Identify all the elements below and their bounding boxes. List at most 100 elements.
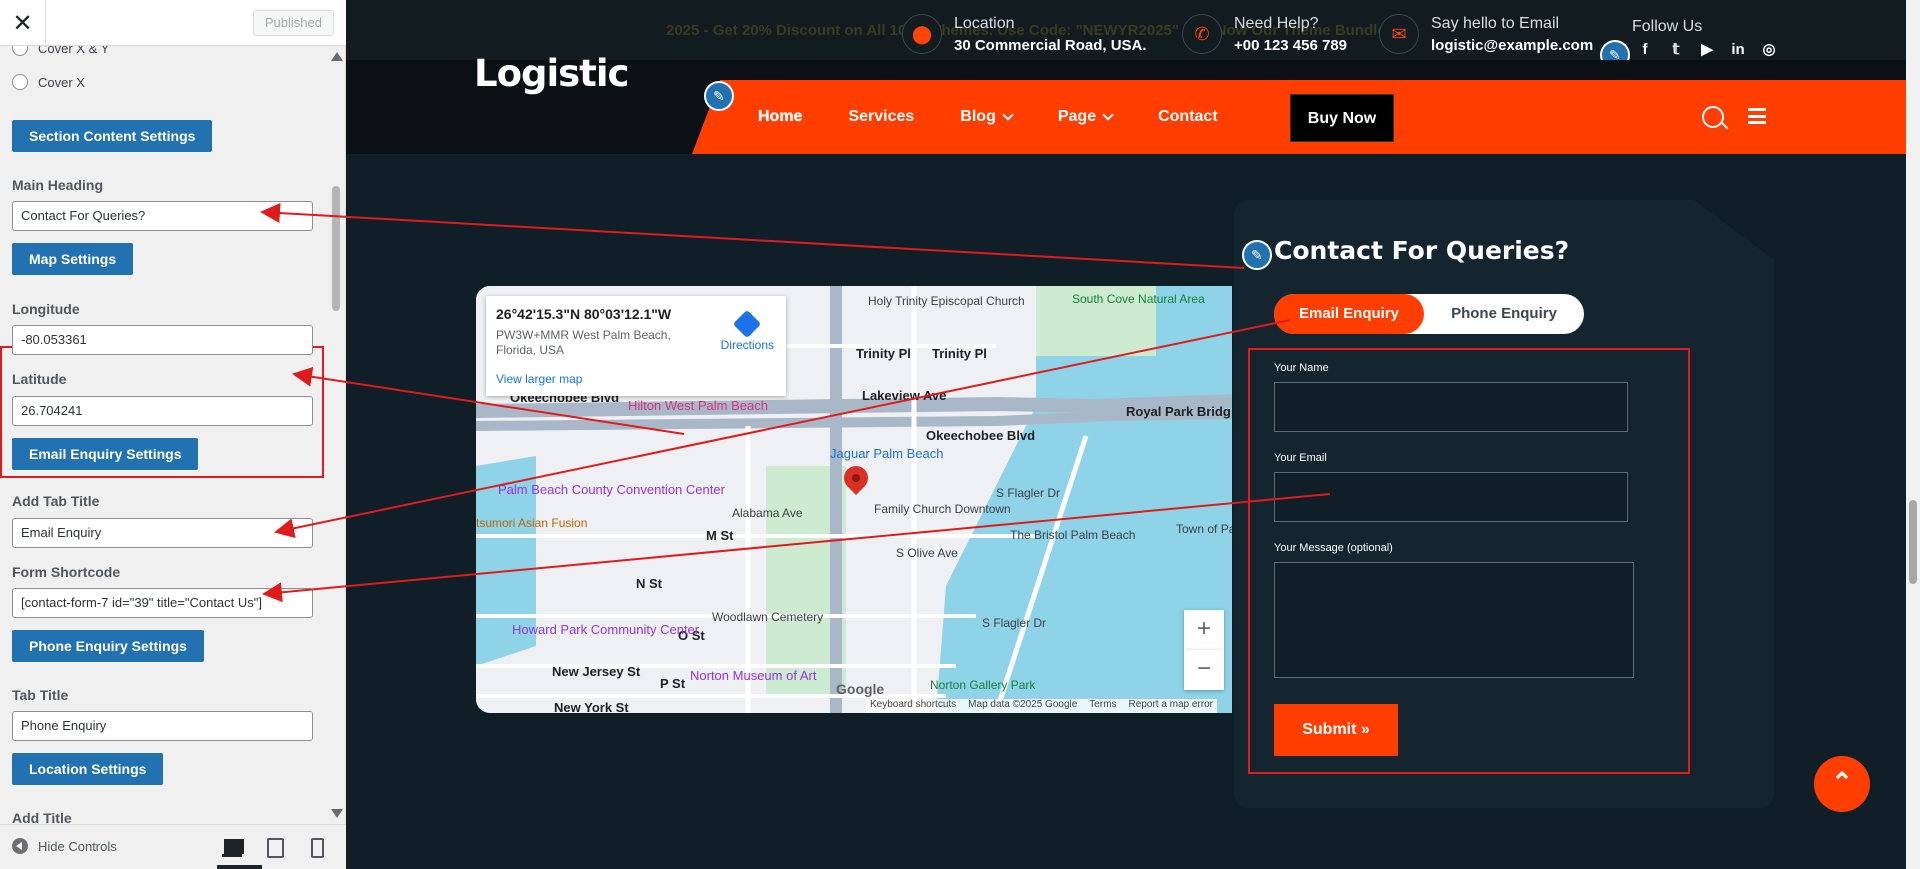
- map-info-card: 26°42'15.3"N 80°03'12.1"W PW3W+MMR West …: [486, 296, 786, 396]
- location-settings-button[interactable]: Location Settings: [12, 753, 164, 785]
- email-input[interactable]: [1274, 472, 1628, 522]
- map-pin-icon: ⬤: [902, 14, 942, 54]
- main-heading-input[interactable]: Contact For Queries?: [12, 201, 313, 231]
- help-value: +00 123 456 789: [1234, 36, 1348, 54]
- instagram-icon[interactable]: ◎: [1760, 40, 1778, 58]
- help-info: ✆ Need Help? +00 123 456 789: [1182, 14, 1347, 54]
- search-icon[interactable]: [1702, 106, 1724, 128]
- buy-now-button[interactable]: Buy Now: [1290, 94, 1394, 142]
- published-button[interactable]: Published: [252, 10, 334, 36]
- nav-contact[interactable]: Contact: [1158, 108, 1218, 126]
- nav-label: Home: [758, 108, 803, 125]
- scroll-top-button[interactable]: ⌃: [1814, 756, 1870, 812]
- scroll-down-icon[interactable]: [331, 809, 343, 818]
- map-label: S Flagler Dr: [996, 486, 1061, 500]
- form-shortcode-label: Form Shortcode: [12, 564, 121, 580]
- tab-title-input[interactable]: Phone Enquiry: [12, 711, 313, 741]
- mobile-icon[interactable]: [306, 837, 326, 858]
- active-device-indicator: [217, 865, 262, 869]
- email-enquiry-settings-button[interactable]: Email Enquiry Settings: [12, 438, 199, 470]
- social-links: f 𝕥 ▶ in ◎: [1636, 40, 1778, 59]
- map-label: Woodlawn Cemetery: [712, 610, 824, 624]
- customizer-controls: Cover X & Y Cover X Section Content Sett…: [0, 46, 346, 824]
- menu-icon[interactable]: [1748, 108, 1766, 124]
- map-label: Okeechobee Blvd: [926, 428, 1036, 443]
- customizer-footer: Hide Controls: [0, 824, 346, 869]
- tablet-icon[interactable]: [264, 837, 284, 858]
- radio-icon[interactable]: [12, 74, 28, 90]
- view-larger-map-link[interactable]: View larger map: [496, 372, 776, 386]
- radio-cover-x[interactable]: Cover X: [12, 74, 85, 90]
- map-label: The Bristol Palm Beach: [1010, 528, 1136, 542]
- map-label: P St: [660, 676, 686, 691]
- google-map[interactable]: Holy Trinity Episcopal Church South Cove…: [476, 286, 1232, 713]
- hide-controls-button[interactable]: Hide Controls: [12, 838, 117, 854]
- terms-link[interactable]: Terms: [1089, 699, 1116, 713]
- map-label: Trinity Pl: [856, 346, 911, 361]
- name-input[interactable]: [1274, 382, 1628, 432]
- tab-phone-enquiry[interactable]: Phone Enquiry: [1424, 294, 1584, 334]
- collapse-icon: [12, 838, 28, 854]
- desktop-icon[interactable]: [222, 837, 244, 857]
- longitude-input[interactable]: -80.053361: [12, 325, 313, 355]
- nav-home[interactable]: Home: [758, 108, 802, 126]
- hide-controls-label: Hide Controls: [38, 838, 117, 854]
- submit-button[interactable]: Submit »: [1274, 704, 1398, 756]
- map-label: Jaguar Palm Beach: [830, 446, 944, 461]
- edit-shortcut-icon[interactable]: ✎: [1242, 240, 1272, 270]
- tab-email-enquiry[interactable]: Email Enquiry: [1274, 294, 1424, 334]
- nav-services[interactable]: Services: [848, 108, 914, 126]
- map-label: S Flagler Dr: [982, 616, 1047, 630]
- scroll-up-icon[interactable]: [331, 52, 343, 61]
- email-value[interactable]: logistic@example.com: [1431, 37, 1593, 54]
- location-value: 30 Commercial Road, USA.: [954, 36, 1147, 54]
- facebook-icon[interactable]: f: [1636, 40, 1654, 58]
- map-label: M St: [706, 528, 734, 543]
- keyboard-shortcuts-link[interactable]: Keyboard shortcuts: [870, 699, 956, 713]
- map-label: Hilton West Palm Beach: [628, 398, 768, 413]
- twitter-icon[interactable]: 𝕥: [1667, 40, 1685, 58]
- customizer-scrollbar[interactable]: [327, 46, 345, 824]
- email-label: Your Email: [1274, 452, 1327, 464]
- zoom-out-button[interactable]: −: [1184, 650, 1224, 690]
- phone-enquiry-settings-button[interactable]: Phone Enquiry Settings: [12, 630, 204, 662]
- follow-us-label: Follow Us: [1632, 18, 1703, 35]
- nav-label: Contact: [1158, 108, 1218, 125]
- name-label: Your Name: [1274, 362, 1329, 374]
- phone-icon: ✆: [1182, 14, 1222, 54]
- map-label: Norton Gallery Park: [930, 678, 1036, 692]
- linkedin-icon[interactable]: in: [1729, 40, 1747, 58]
- map-label: Alabama Ave: [732, 506, 803, 520]
- map-label: Holy Trinity Episcopal Church: [868, 294, 1025, 308]
- map-label: Town of Palm Beach: [1176, 522, 1232, 536]
- latitude-input[interactable]: 26.704241: [12, 396, 313, 426]
- edit-shortcut-icon[interactable]: ✎: [704, 81, 734, 111]
- youtube-icon[interactable]: ▶: [1698, 40, 1716, 58]
- directions-link[interactable]: Directions: [721, 309, 774, 352]
- device-switcher: [222, 837, 326, 858]
- section-content-settings-button[interactable]: Section Content Settings: [12, 120, 213, 152]
- map-label: New Jersey St: [552, 664, 641, 679]
- add-tab-title-input[interactable]: Email Enquiry: [12, 518, 313, 548]
- scroll-thumb[interactable]: [1909, 500, 1917, 584]
- radio-cover-xy[interactable]: Cover X & Y: [12, 46, 109, 56]
- preview-scrollbar[interactable]: [1906, 0, 1920, 869]
- map-label: South Cove Natural Area: [1072, 292, 1205, 306]
- close-icon[interactable]: ✕: [0, 0, 46, 46]
- nav-label: Page: [1057, 108, 1097, 125]
- scroll-thumb[interactable]: [332, 186, 340, 311]
- nav-blog[interactable]: Blog: [960, 108, 1014, 126]
- chevron-down-icon: [1102, 109, 1114, 121]
- location-title: Location: [954, 14, 1015, 32]
- map-data-text: Map data ©2025 Google: [968, 699, 1078, 710]
- nav-page[interactable]: Page: [1057, 108, 1114, 126]
- map-settings-button[interactable]: Map Settings: [12, 243, 134, 275]
- zoom-in-button[interactable]: +: [1184, 610, 1224, 650]
- site-logo[interactable]: Logistic: [474, 52, 629, 95]
- form-shortcode-input[interactable]: [contact-form-7 id="39" title="Contact U…: [12, 588, 313, 618]
- map-address: PW3W+MMR West Palm Beach, Florida, USA: [496, 328, 671, 357]
- report-error-link[interactable]: Report a map error: [1129, 699, 1213, 713]
- message-textarea[interactable]: [1274, 562, 1634, 678]
- location-info: ⬤ Location 30 Commercial Road, USA.: [902, 14, 1147, 54]
- radio-icon[interactable]: [12, 46, 28, 56]
